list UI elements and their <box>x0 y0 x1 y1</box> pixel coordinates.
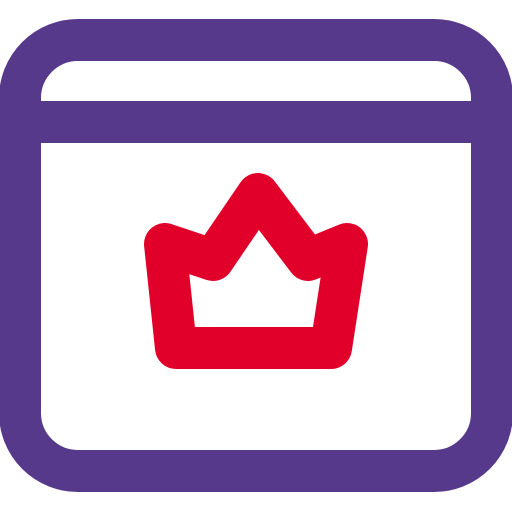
crown-icon <box>144 173 368 369</box>
browser-window-crown-icon <box>0 19 512 492</box>
icon-canvas <box>0 0 512 512</box>
